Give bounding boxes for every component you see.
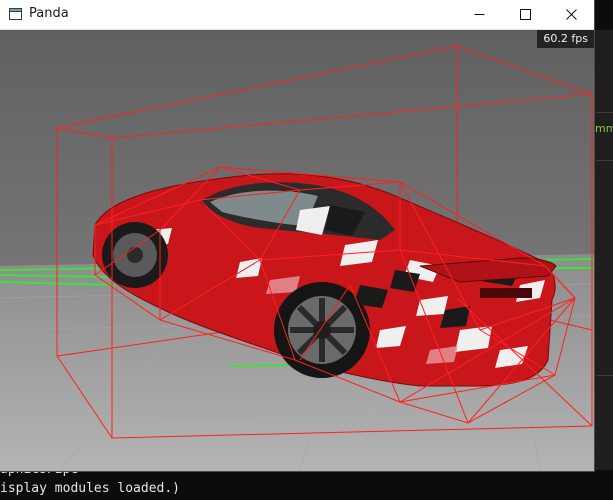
car-wheel-front bbox=[274, 282, 370, 378]
editor-divider bbox=[596, 112, 613, 113]
editor-divider bbox=[596, 375, 613, 376]
maximize-icon bbox=[519, 9, 531, 20]
editor-side-panel bbox=[594, 30, 613, 470]
close-icon bbox=[565, 9, 577, 20]
editor-divider bbox=[596, 160, 613, 161]
close-button[interactable] bbox=[548, 0, 594, 29]
fps-meter: 60.2 fps bbox=[537, 30, 594, 48]
car-tail-light bbox=[480, 288, 532, 298]
minimize-icon bbox=[474, 14, 484, 15]
editor-side-text: mme bbox=[595, 122, 613, 135]
title-bar[interactable]: Panda bbox=[0, 0, 594, 30]
maximize-button[interactable] bbox=[502, 0, 548, 29]
app-window-icon bbox=[9, 8, 22, 20]
window-title: Panda bbox=[29, 6, 69, 21]
render-viewport[interactable]: 60.2 fps bbox=[0, 30, 594, 471]
panda-window: Panda 60.2 fps bbox=[0, 0, 594, 471]
3d-scene bbox=[0, 30, 594, 471]
console-line-2: isplay modules loaded.) bbox=[0, 481, 181, 496]
minimize-button[interactable] bbox=[456, 0, 502, 29]
